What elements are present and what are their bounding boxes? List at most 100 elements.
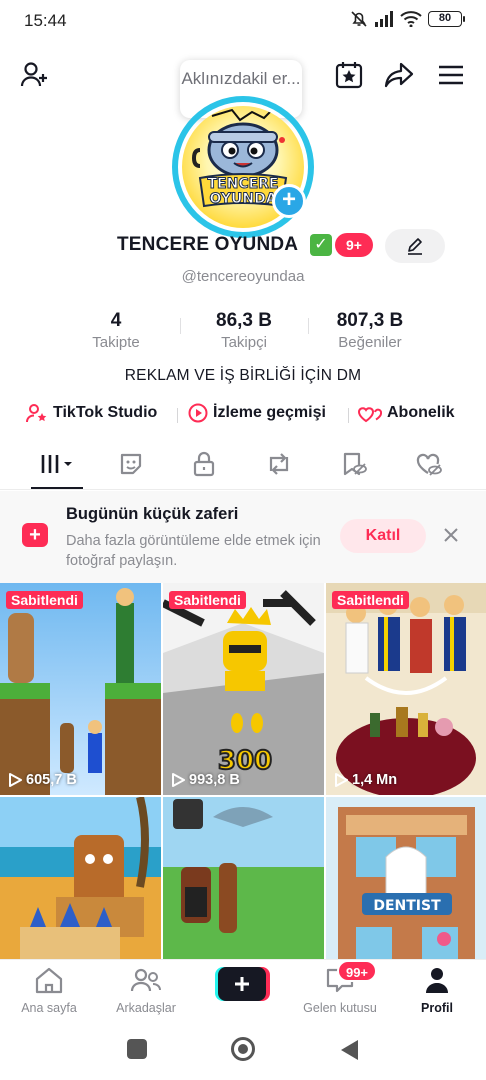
- divider: [177, 408, 178, 423]
- back-button[interactable]: [338, 1038, 360, 1062]
- view-count-value: 993,8 B: [189, 772, 240, 788]
- pinned-badge: Sabitlendi: [169, 591, 246, 609]
- repost-icon: [269, 453, 289, 475]
- stat-label: Takipte: [92, 334, 140, 351]
- notification-badge[interactable]: 9+: [335, 233, 373, 257]
- divider: [348, 408, 349, 423]
- sticker-icon: [120, 453, 142, 475]
- nav-friends[interactable]: Arkadaşlar: [101, 966, 191, 1015]
- add-user-icon: [20, 62, 47, 87]
- view-count-value: 1,4 Mn: [352, 772, 398, 788]
- tiktok-studio-link[interactable]: TikTok Studio: [26, 403, 157, 423]
- tab-stickers[interactable]: [107, 450, 155, 478]
- profile-name: TENCERE OYUNDA: [117, 234, 299, 255]
- system-nav: [0, 1021, 486, 1080]
- stat-label: Takipçi: [221, 334, 267, 351]
- status-time: 15:44: [24, 11, 67, 30]
- tab-saved[interactable]: [330, 450, 378, 478]
- nav-label: Arkadaşlar: [116, 1001, 176, 1015]
- profile-icon: [426, 968, 448, 993]
- stat-followers[interactable]: 86,3 B Takipçi: [194, 310, 294, 351]
- user-star-icon: [26, 404, 47, 423]
- tab-videos[interactable]: [33, 450, 81, 478]
- signal-icon: [375, 11, 393, 27]
- stats-row: 4 Takipte 86,3 B Takipçi 807,3 B Beğenil…: [0, 310, 486, 356]
- link-label: TikTok Studio: [53, 404, 158, 421]
- stat-label: Beğeniler: [338, 334, 402, 351]
- video-thumbnail[interactable]: [163, 797, 324, 959]
- tab-liked[interactable]: [405, 450, 453, 478]
- create-plus-icon: +: [22, 523, 48, 547]
- lock-icon: [193, 451, 215, 477]
- nav-profile[interactable]: Profil: [392, 966, 482, 1015]
- video-thumbnail[interactable]: [0, 797, 161, 959]
- share-icon: [384, 62, 414, 88]
- stat-following[interactable]: 4 Takipte: [76, 310, 156, 351]
- status-icons: 80: [350, 10, 465, 28]
- add-friend-button[interactable]: [18, 58, 52, 92]
- stat-value: 86,3 B: [216, 310, 272, 331]
- watch-history-link[interactable]: İzleme geçmişi: [188, 403, 326, 423]
- pinned-badge: Sabitlendi: [332, 591, 409, 609]
- view-count: 605,7 B: [8, 772, 77, 788]
- active-tab-indicator: [31, 487, 83, 489]
- divider: [308, 318, 309, 334]
- video-thumbnail[interactable]: DENTIST: [326, 797, 486, 959]
- create-button[interactable]: [215, 967, 270, 1001]
- link-label: İzleme geçmişi: [213, 404, 326, 421]
- video-scene: DENTIST: [326, 797, 486, 959]
- promo-banner: + Bugünün küçük zaferi Daha fazla görünt…: [0, 491, 486, 583]
- video-thumbnail[interactable]: Sabitlendi 605,7 B: [0, 583, 161, 795]
- nav-label: Profil: [421, 1001, 453, 1015]
- bookmark-hidden-icon: [343, 452, 367, 476]
- share-button[interactable]: [382, 58, 416, 92]
- nav-label: Ana sayfa: [21, 1001, 77, 1015]
- stat-likes[interactable]: 807,3 B Beğeniler: [320, 310, 420, 351]
- dentist-sign: DENTIST: [373, 898, 441, 914]
- calendar-button[interactable]: [332, 58, 366, 92]
- link-label: Abonelik: [387, 404, 455, 421]
- join-button[interactable]: Katıl: [340, 519, 426, 553]
- play-circle-icon: [188, 403, 208, 423]
- home-button[interactable]: [231, 1037, 255, 1061]
- view-count-value: 605,7 B: [26, 772, 77, 788]
- close-icon: [444, 528, 458, 542]
- close-button[interactable]: [438, 522, 464, 548]
- content-tabs: [0, 440, 486, 490]
- promo-description: Daha fazla görüntüleme elde etmek için f…: [66, 533, 321, 569]
- pinned-badge: Sabitlendi: [6, 591, 83, 609]
- home-dot-icon: [238, 1044, 248, 1054]
- subscription-link[interactable]: Abonelik: [358, 403, 455, 423]
- promo-title: Bugünün küçük zaferi: [66, 505, 239, 523]
- verified-check-icon: ✓: [310, 234, 332, 256]
- grid-bars-icon: [41, 455, 72, 473]
- profile-handle: @tencereoyundaa: [181, 268, 305, 285]
- video-thumbnail[interactable]: Sabitlendi 1,4 Mn: [326, 583, 486, 795]
- recents-button[interactable]: [127, 1039, 147, 1059]
- video-scene: [0, 797, 161, 959]
- menu-button[interactable]: [434, 58, 468, 92]
- status-bar: 15:44 80: [0, 0, 486, 42]
- avatar-text-2: OYUNDA: [209, 191, 276, 207]
- nav-label: Gelen kutusu: [303, 1001, 377, 1015]
- edit-profile-button[interactable]: [385, 229, 445, 263]
- create-plus-icon: [215, 967, 270, 1001]
- heart-hidden-icon: [416, 453, 442, 476]
- hearts-icon: [358, 407, 382, 423]
- stat-value: 4: [110, 310, 122, 331]
- bio-text: REKLAM VE İŞ BİRLİĞİ İÇİN DM: [124, 367, 362, 384]
- divider: [180, 318, 181, 334]
- video-scene: [326, 583, 486, 795]
- play-icon: [9, 773, 22, 787]
- calendar-star-icon: [335, 62, 363, 89]
- stat-value: 807,3 B: [336, 310, 404, 331]
- profile-avatar[interactable]: TENCERE OYUNDA +: [172, 96, 314, 238]
- bottom-nav: Ana sayfa Arkadaşlar Gelen kutusu 99+ Pr…: [0, 959, 486, 1021]
- tab-reposts[interactable]: [255, 450, 303, 478]
- video-thumbnail[interactable]: 300 Sabitlendi 993,8 B: [163, 583, 324, 795]
- pencil-icon: [408, 238, 422, 255]
- tab-private[interactable]: [180, 450, 228, 478]
- name-row: TENCERE OYUNDA ✓ 9+: [0, 229, 486, 263]
- add-photo-button[interactable]: +: [272, 184, 306, 218]
- nav-home[interactable]: Ana sayfa: [4, 966, 94, 1015]
